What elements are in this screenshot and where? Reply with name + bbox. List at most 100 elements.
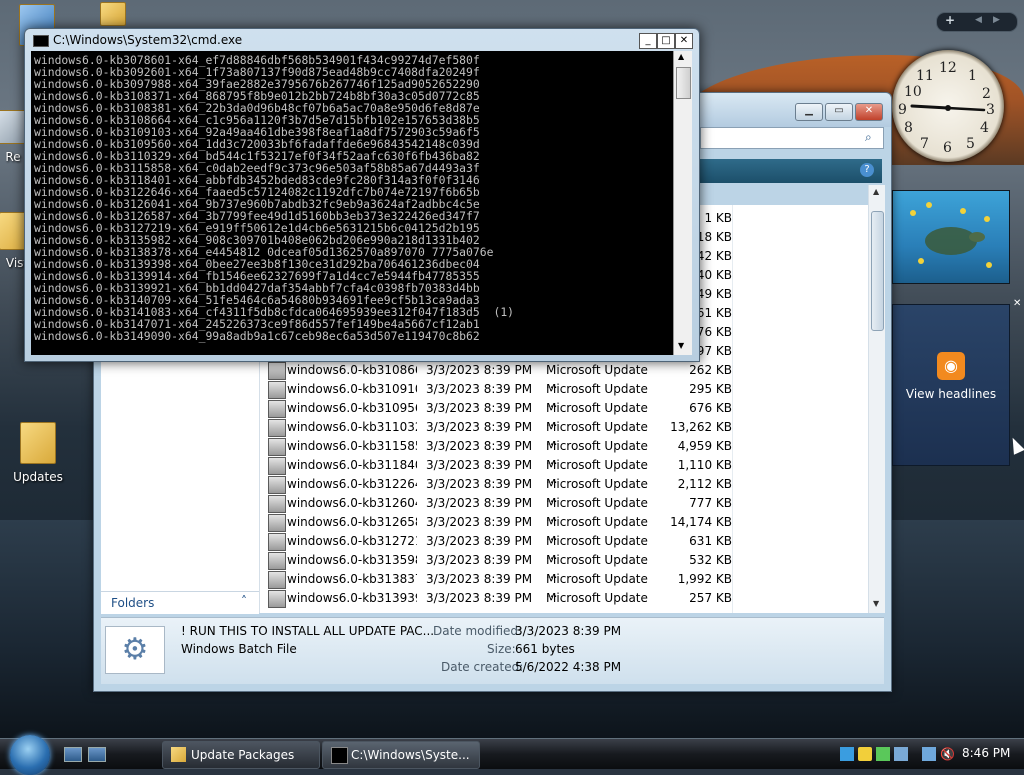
folders-toggle[interactable]: Folders ˄ [101, 591, 259, 614]
clock-hands [910, 104, 986, 112]
update-icon[interactable] [876, 747, 890, 761]
explorer-search-input[interactable]: ⌕ [700, 127, 884, 149]
table-row[interactable]: windows6.0-kb312721...3/3/2023 8:39 PMMi… [260, 532, 868, 562]
folder-icon [100, 2, 126, 26]
update-file-icon [268, 457, 286, 475]
file-size: 257 KB [689, 591, 732, 605]
cmd-icon [33, 35, 49, 47]
desktop-icon-updates[interactable]: Updates [3, 422, 73, 484]
table-row[interactable]: windows6.0-kb310956...3/3/2023 8:39 PMMi… [260, 399, 868, 429]
table-row[interactable]: windows6.0-kb311585...3/3/2023 8:39 PMMi… [260, 437, 868, 467]
chevron-up-icon[interactable]: ˄ [241, 594, 247, 608]
update-file-icon [268, 381, 286, 399]
volume-muted-icon[interactable]: 🔇 [940, 747, 955, 761]
scroll-down-icon[interactable]: ▼ [873, 599, 879, 608]
batch-file-gear-icon: ⚙ [105, 626, 165, 674]
table-row[interactable]: windows6.0-kb310866...3/3/2023 8:39 PMMi… [260, 361, 868, 391]
clock-gadget[interactable]: 12 1 2 3 4 5 6 7 8 9 10 11 [892, 50, 1004, 162]
file-size: 4,959 KB [677, 439, 732, 453]
display-icon[interactable] [922, 747, 936, 761]
scrollbar-thumb[interactable] [871, 211, 884, 331]
explorer-maximize-button[interactable]: ▭ [825, 103, 853, 121]
table-row[interactable]: windows6.0-kb311032...3/3/2023 8:39 PMMi… [260, 418, 868, 448]
explorer-command-bar: ? [700, 159, 882, 183]
table-row[interactable]: windows6.0-kb312658...3/3/2023 8:39 PMMi… [260, 513, 868, 543]
cmd-minimize-button[interactable]: _ [639, 33, 657, 49]
column-divider [732, 205, 733, 613]
update-file-icon [268, 590, 286, 608]
file-name: windows6.0-kb313837... [287, 572, 417, 586]
file-name: windows6.0-kb310956... [287, 401, 417, 415]
table-row[interactable]: windows6.0-kb313837...3/3/2023 8:39 PMMi… [260, 570, 868, 600]
view-headlines-link[interactable]: View headlines [893, 387, 1009, 401]
show-desktop-icon[interactable] [64, 747, 82, 762]
app-tray-icon[interactable] [894, 747, 908, 761]
file-size: 13,262 KB [670, 420, 732, 434]
taskbar-button-update-packages[interactable]: Update Packages [162, 741, 320, 769]
details-filetype: Windows Batch File [181, 642, 297, 656]
feed-headlines-gadget[interactable]: ◉ View headlines [892, 304, 1010, 466]
file-size: 676 KB [689, 401, 732, 415]
size-label: Size: [487, 642, 516, 656]
file-name: windows6.0-kb310910... [287, 382, 417, 396]
search-icon[interactable]: ⌕ [865, 130, 872, 145]
table-row[interactable]: windows6.0-kb313939... 3/3/2023 8:39 PM Mi… [260, 589, 868, 613]
update-file-icon [268, 514, 286, 532]
file-name: windows6.0-kb311032... [287, 420, 417, 434]
scrollbar-thumb[interactable] [676, 67, 691, 99]
file-name: windows6.0-kb312604... [287, 496, 417, 510]
date-created-value: 5/6/2022 4:38 PM [515, 660, 622, 674]
file-date: 3/3/2023 8:39 PM [426, 515, 533, 529]
update-file-icon [268, 495, 286, 513]
taskbar-clock[interactable]: 8:46 PM [962, 746, 1010, 760]
file-type: Microsoft Update ... [546, 591, 648, 613]
details-filename: ! RUN THIS TO INSTALL ALL UPDATE PAC... [181, 624, 435, 638]
gadget-close-icon[interactable]: ✕ [1013, 298, 1021, 309]
file-size: 1,110 KB [677, 458, 732, 472]
table-row[interactable]: windows6.0-kb312264...3/3/2023 8:39 PMMi… [260, 475, 868, 505]
sidebar-prev-button[interactable]: ◀ [975, 15, 982, 25]
file-list-scrollbar[interactable]: ▲ ▼ [868, 185, 885, 613]
file-date: 3/3/2023 8:39 PM [426, 591, 533, 605]
cmd-window: C:\Windows\System32\cmd.exe _ □ ✕ window… [24, 28, 700, 362]
table-row[interactable]: windows6.0-kb313598...3/3/2023 8:39 PMMi… [260, 551, 868, 581]
explorer-close-button[interactable]: ✕ [855, 103, 883, 121]
table-row[interactable]: windows6.0-kb310910...3/3/2023 8:39 PMMi… [260, 380, 868, 410]
table-row[interactable]: windows6.0-kb311840...3/3/2023 8:39 PMMi… [260, 456, 868, 486]
update-file-icon [268, 533, 286, 551]
start-button[interactable] [10, 735, 50, 775]
table-row[interactable]: windows6.0-kb312604...3/3/2023 8:39 PMMi… [260, 494, 868, 524]
taskbar-button-cmd[interactable]: C:\Windows\Syste... [322, 741, 480, 769]
file-size: 295 KB [689, 382, 732, 396]
scroll-up-icon[interactable]: ▲ [678, 52, 684, 61]
file-date: 3/3/2023 8:39 PM [426, 534, 533, 548]
cmd-close-button[interactable]: ✕ [675, 33, 693, 49]
update-file-icon [268, 419, 286, 437]
scroll-down-icon[interactable]: ▼ [678, 341, 684, 350]
sidebar-next-button[interactable]: ▶ [993, 15, 1000, 25]
folder-icon [20, 422, 56, 464]
file-name: windows6.0-kb312721... [287, 534, 417, 548]
add-gadget-button[interactable]: + [945, 13, 955, 27]
taskbar-button-label: C:\Windows\Syste... [351, 748, 470, 762]
file-name: windows6.0-kb313939... [287, 591, 417, 605]
security-shield-icon[interactable] [858, 747, 872, 761]
cmd-titlebar[interactable]: C:\Windows\System32\cmd.exe [53, 33, 653, 49]
taskbar: Update Packages C:\Windows\Syste... 🔇 8:… [0, 735, 1024, 775]
cmd-scrollbar[interactable]: ▲ ▼ [673, 51, 692, 355]
slideshow-gadget[interactable] [892, 190, 1010, 284]
file-date: 3/3/2023 8:39 PM [426, 420, 533, 434]
help-icon[interactable]: ? [860, 163, 874, 177]
file-size: 777 KB [689, 496, 732, 510]
cmd-icon [331, 747, 348, 764]
cmd-output[interactable]: windows6.0-kb3078601-x64_ef7d88846dbf568… [31, 51, 673, 355]
network-icon[interactable] [840, 747, 854, 761]
explorer-minimize-button[interactable]: ▁ [795, 103, 823, 121]
taskbar-button-label: Update Packages [191, 748, 295, 762]
switch-windows-icon[interactable] [88, 747, 106, 762]
update-file-icon [268, 571, 286, 589]
file-size: 14,174 KB [670, 515, 732, 529]
scroll-up-icon[interactable]: ▲ [873, 187, 879, 196]
turtle-photo [910, 202, 992, 268]
cmd-maximize-button[interactable]: □ [657, 33, 675, 49]
